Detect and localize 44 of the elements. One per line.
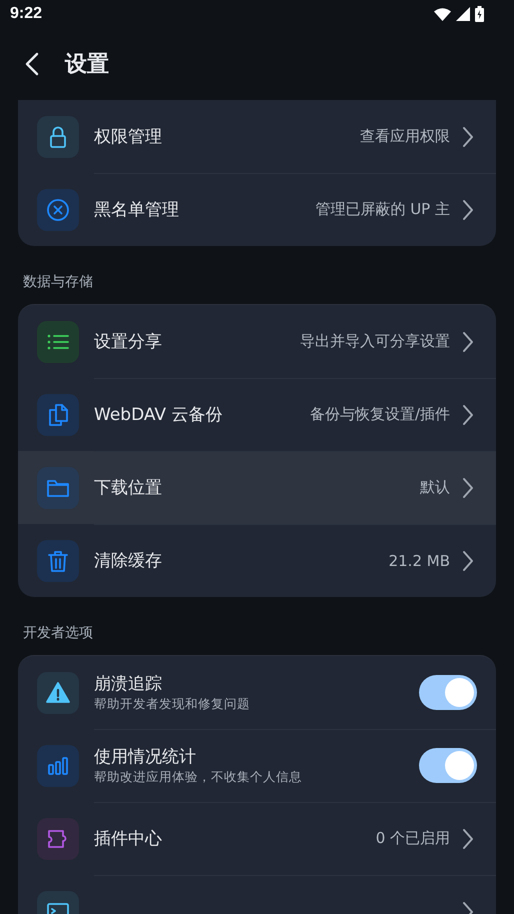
chevron-icon xyxy=(462,330,474,352)
row-value: 21.2 MB xyxy=(388,552,450,570)
back-icon[interactable] xyxy=(25,52,39,76)
section-label: 开发者选项 xyxy=(22,624,94,643)
row-value: 管理已屏蔽的 UP 主 xyxy=(315,200,450,219)
signal-icon xyxy=(456,7,470,21)
toggle-switch[interactable] xyxy=(419,675,477,710)
row-title: 权限管理 xyxy=(94,126,163,148)
settings-row[interactable]: 使用情况统计 帮助改进应用体验，不收集个人信息 xyxy=(18,729,496,802)
chevron-icon xyxy=(462,550,474,572)
row-subtitle: 帮助改进应用体验，不收集个人信息 xyxy=(94,768,303,786)
row-value: 默认 xyxy=(420,478,450,497)
wifi-icon xyxy=(434,8,451,20)
row-subtitle: 帮助开发者发现和修复问题 xyxy=(94,694,251,712)
row-title: 插件中心 xyxy=(94,828,163,850)
row-title: 清除缓存 xyxy=(94,550,163,572)
row-title: WebDAV 云备份 xyxy=(94,404,224,426)
settings-row[interactable]: 设置分享 导出并导入可分享设置 xyxy=(18,305,496,378)
page-title: 设置 xyxy=(65,51,109,79)
row-value: 备份与恢复设置/插件 xyxy=(310,405,450,424)
row-title: 黑名单管理 xyxy=(94,198,180,220)
row-title: 使用情况统计 xyxy=(94,746,197,768)
row-title: 设置分享 xyxy=(94,330,163,352)
settings-row[interactable]: 权限管理 查看应用权限 xyxy=(18,100,496,173)
settings-row[interactable]: 清除缓存 21.2 MB xyxy=(18,524,496,597)
row-value: 0 个已启用 xyxy=(376,829,450,848)
settings-row[interactable]: 黑名单管理 管理已屏蔽的 UP 主 xyxy=(18,173,496,246)
chevron-icon xyxy=(462,828,474,850)
chevron-icon xyxy=(462,198,474,220)
settings-row[interactable]: 下载位置 默认 xyxy=(18,451,496,524)
row-value: 导出并导入可分享设置 xyxy=(300,332,450,351)
toggle-switch[interactable] xyxy=(419,748,477,783)
settings-row[interactable]: WebDAV 云备份 备份与恢复设置/插件 xyxy=(18,378,496,451)
settings-row[interactable]: 插件中心 0 个已启用 xyxy=(18,802,496,875)
row-value: 查看应用权限 xyxy=(360,127,450,146)
row-title: 下载位置 xyxy=(94,476,163,498)
section-label: 数据与存储 xyxy=(22,273,94,292)
status-time: 9:22 xyxy=(10,5,42,23)
row-title: 崩溃追踪 xyxy=(94,672,163,694)
chevron-icon xyxy=(462,404,474,426)
chevron-icon xyxy=(462,476,474,498)
battery-icon xyxy=(475,6,484,22)
chevron-icon xyxy=(462,126,474,148)
settings-row[interactable]: 崩溃追踪 帮助开发者发现和修复问题 xyxy=(18,656,496,729)
